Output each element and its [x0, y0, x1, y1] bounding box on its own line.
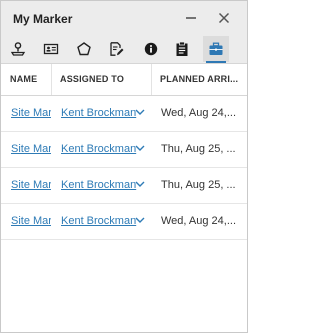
site-marker-link[interactable]: Site Mar: [11, 204, 51, 239]
table-row[interactable]: Site Mar Kent Brockman Wed, Aug 24,...: [1, 204, 247, 240]
planned-arrival-value: Wed, Aug 24,...: [161, 107, 237, 119]
column-divider[interactable]: [151, 64, 152, 95]
briefcase-icon: [209, 42, 223, 55]
tab-clipboard[interactable]: [169, 36, 195, 62]
close-icon: [218, 12, 230, 24]
chevron-down-icon: [135, 109, 145, 116]
assigned-to-dropdown[interactable]: Kent Brockman: [61, 204, 149, 239]
assignee-name: Kent Brockman: [61, 179, 137, 191]
info-icon: [144, 42, 158, 56]
clipboard-icon: [176, 41, 188, 56]
table-row[interactable]: Site Mar Kent Brockman Thu, Aug 25, ...: [1, 168, 247, 204]
column-header-assigned-to[interactable]: ASSIGNED TO: [60, 64, 148, 95]
assigned-to-dropdown[interactable]: Kent Brockman: [61, 168, 149, 203]
assignee-name: Kent Brockman: [61, 143, 137, 155]
chevron-down-icon: [135, 181, 145, 188]
table-row[interactable]: Site Mar Kent Brockman Wed, Aug 24,...: [1, 96, 247, 132]
planned-arrival-value: Wed, Aug 24,...: [161, 215, 237, 227]
marker-table: NAME ASSIGNED TO PLANNED ARRI... Site Ma…: [1, 64, 247, 240]
tab-briefcase[interactable]: [203, 36, 229, 63]
id-card-icon: [43, 43, 59, 55]
my-marker-panel: My Marker NAME ASSIGNED TO PLANNED ARRI.…: [0, 0, 248, 333]
column-divider[interactable]: [51, 64, 52, 95]
panel-titlebar: My Marker: [1, 1, 247, 36]
table-header: NAME ASSIGNED TO PLANNED ARRI...: [1, 64, 247, 96]
panel-title: My Marker: [13, 12, 73, 26]
assignee-name: Kent Brockman: [61, 107, 137, 119]
site-marker-link[interactable]: Site Mar: [11, 132, 51, 167]
assigned-to-dropdown[interactable]: Kent Brockman: [61, 132, 149, 167]
chevron-down-icon: [135, 145, 145, 152]
minimize-button[interactable]: [183, 10, 199, 26]
tab-info[interactable]: [138, 36, 164, 62]
planned-arrival-value: Thu, Aug 25, ...: [161, 179, 236, 191]
pentagon-icon: [77, 42, 91, 56]
panel-toolbar: [1, 36, 247, 64]
tab-polygon[interactable]: [71, 36, 97, 62]
column-header-planned-arrival[interactable]: PLANNED ARRI...: [160, 64, 247, 95]
planned-arrival-value: Thu, Aug 25, ...: [161, 143, 236, 155]
tab-map-marker[interactable]: [5, 36, 31, 62]
tab-id-card[interactable]: [38, 36, 64, 62]
map-marker-icon: [10, 42, 26, 56]
site-marker-link[interactable]: Site Mar: [11, 96, 51, 131]
assigned-to-dropdown[interactable]: Kent Brockman: [61, 96, 149, 131]
minimize-icon: [186, 17, 196, 19]
close-button[interactable]: [216, 10, 232, 26]
edit-document-icon: [110, 42, 124, 56]
column-header-name[interactable]: NAME: [10, 64, 50, 95]
assignee-name: Kent Brockman: [61, 215, 137, 227]
chevron-down-icon: [135, 217, 145, 224]
table-row[interactable]: Site Mar Kent Brockman Thu, Aug 25, ...: [1, 132, 247, 168]
tab-edit-document[interactable]: [103, 36, 129, 62]
site-marker-link[interactable]: Site Mar: [11, 168, 51, 203]
